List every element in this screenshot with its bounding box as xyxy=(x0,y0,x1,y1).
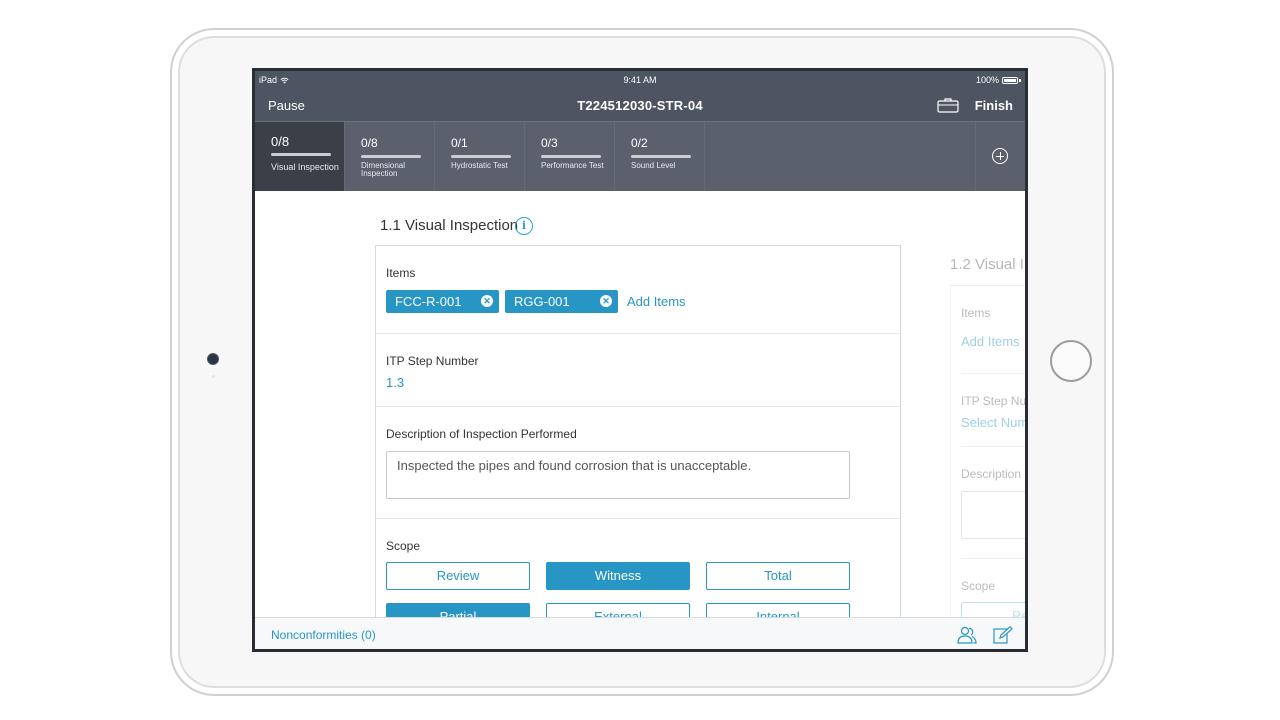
main-content: 1.1 Visual Inspection i Items FCC-R-001 … xyxy=(255,191,1025,617)
finish-button[interactable]: Finish xyxy=(975,98,1013,113)
next-scope-button: Re xyxy=(961,602,1025,617)
scope-external-button[interactable]: External xyxy=(546,603,690,617)
tab-performance-test[interactable]: 0/3 Performance Test xyxy=(525,122,615,192)
tab-label: Hydrostatic Test xyxy=(451,161,508,170)
briefcase-icon[interactable] xyxy=(937,97,959,113)
tab-label: Sound Level xyxy=(631,161,676,170)
status-bar: iPad 9:41 AM 100% xyxy=(255,71,1025,89)
tab-divider xyxy=(975,122,976,192)
page-title: T224512030-STR-04 xyxy=(577,98,703,113)
scope-partial-button[interactable]: Partial xyxy=(386,603,530,617)
scope-total-button[interactable]: Total xyxy=(706,562,850,590)
tab-count: 0/8 xyxy=(271,134,290,149)
nonconformities-link[interactable]: Nonconformities (0) xyxy=(271,628,376,642)
tab-count: 0/8 xyxy=(361,136,378,150)
section-title: 1.1 Visual Inspection xyxy=(380,217,519,234)
tab-sound-level[interactable]: 0/2 Sound Level xyxy=(615,122,705,192)
next-section-title: 1.2 Visual In xyxy=(950,256,1025,273)
remove-chip-icon[interactable]: ✕ xyxy=(481,295,493,307)
tab-count: 0/1 xyxy=(451,136,468,150)
item-chip-label: FCC-R-001 xyxy=(395,294,462,309)
remove-chip-icon[interactable]: ✕ xyxy=(600,295,612,307)
tab-progress xyxy=(631,155,691,158)
info-icon[interactable]: i xyxy=(515,217,533,235)
next-itp-label: ITP Step Nu xyxy=(961,394,1025,408)
scope-internal-button[interactable]: Internal xyxy=(706,603,850,617)
add-items-link[interactable]: Add Items xyxy=(627,294,686,309)
divider xyxy=(961,558,1025,559)
add-step-icon[interactable] xyxy=(992,148,1008,164)
tab-progress xyxy=(541,155,601,158)
item-chip[interactable]: RGG-001 ✕ xyxy=(505,290,618,313)
tab-label: Dimensional Inspection xyxy=(361,161,406,178)
tab-count: 0/3 xyxy=(541,136,558,150)
people-icon[interactable] xyxy=(956,626,978,644)
tab-label: Performance Test xyxy=(541,161,604,170)
itp-step-label: ITP Step Number xyxy=(386,354,479,368)
divider xyxy=(961,446,1025,447)
scope-review-button[interactable]: Review xyxy=(386,562,530,590)
next-itp-placeholder: Select Num xyxy=(961,415,1025,430)
divider xyxy=(376,333,900,334)
next-description-field xyxy=(961,491,1025,539)
app-window: iPad 9:41 AM 100% Pause T224512030-STR-0… xyxy=(255,71,1025,649)
next-section-preview[interactable]: 1.2 Visual In Items Add Items ITP Step N… xyxy=(950,245,1025,617)
items-label: Items xyxy=(386,266,416,280)
next-scope-label: Scope xyxy=(961,579,996,593)
tab-label: Visual Inspection xyxy=(271,162,339,172)
tab-visual-inspection[interactable]: 0/8 Visual Inspection xyxy=(255,122,345,192)
inspection-card: Items FCC-R-001 ✕ RGG-001 ✕ Add Items IT… xyxy=(375,245,901,617)
battery-percent: 100% xyxy=(975,75,999,85)
scope-label: Scope xyxy=(386,539,421,553)
sensor-dot xyxy=(212,375,215,378)
tab-dimensional-inspection[interactable]: 0/8 Dimensional Inspection xyxy=(345,122,435,192)
bottom-toolbar: Nonconformities (0) xyxy=(255,617,1025,649)
tab-progress xyxy=(361,155,421,158)
camera-icon xyxy=(208,354,218,364)
itp-step-value[interactable]: 1.3 xyxy=(386,375,404,390)
item-chip[interactable]: FCC-R-001 ✕ xyxy=(386,290,499,313)
next-section-card: Items Add Items ITP Step Nu Select Num D… xyxy=(950,285,1025,617)
tab-progress xyxy=(271,153,331,156)
tab-hydrostatic-test[interactable]: 0/1 Hydrostatic Test xyxy=(435,122,525,192)
divider xyxy=(961,373,1025,374)
step-tab-bar: 0/8 Visual Inspection 0/8 Dimensional In… xyxy=(255,121,1025,192)
screen: iPad 9:41 AM 100% Pause T224512030-STR-0… xyxy=(252,68,1028,652)
battery-icon xyxy=(1002,76,1018,84)
next-add-items-link: Add Items xyxy=(961,334,1020,349)
item-chip-label: RGG-001 xyxy=(514,294,570,309)
status-time: 9:41 AM xyxy=(623,75,657,85)
scope-witness-button[interactable]: Witness xyxy=(546,562,690,590)
next-description-label: Description xyxy=(961,467,1022,481)
nav-bar: Pause T224512030-STR-04 Finish xyxy=(255,89,1025,121)
home-button[interactable] xyxy=(1050,340,1092,382)
description-text: Inspected the pipes and found corrosion … xyxy=(397,458,752,473)
tab-progress xyxy=(451,155,511,158)
divider xyxy=(376,518,900,519)
edit-icon[interactable] xyxy=(992,626,1014,644)
tab-count: 0/2 xyxy=(631,136,648,150)
next-items-label: Items xyxy=(961,306,991,320)
description-label: Description of Inspection Performed xyxy=(386,427,577,441)
divider xyxy=(376,406,900,407)
description-field[interactable]: Inspected the pipes and found corrosion … xyxy=(386,451,850,499)
